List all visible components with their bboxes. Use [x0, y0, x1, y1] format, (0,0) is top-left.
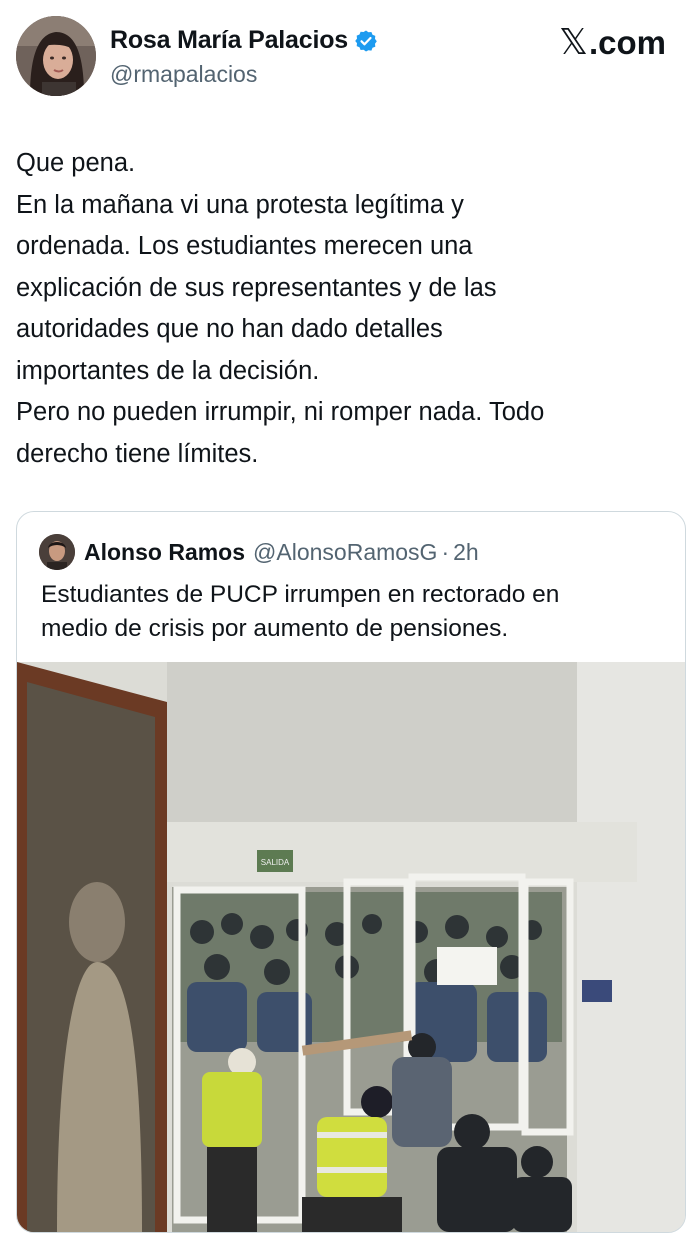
- quoted-tweet-card[interactable]: Alonso Ramos @AlonsoRamosG · 2h Estudian…: [16, 511, 686, 1233]
- author-name[interactable]: Rosa María Palacios: [110, 26, 348, 55]
- meta-separator: ·: [441, 538, 450, 565]
- quoted-tweet-media[interactable]: SALIDA: [17, 662, 685, 1232]
- tweet-text: Que pena. En la mañana vi una protesta l…: [16, 143, 656, 475]
- protest-video-frame: SALIDA: [17, 662, 685, 1232]
- quoted-author-avatar[interactable]: [39, 534, 75, 570]
- quoted-tweet-header: Alonso Ramos @AlonsoRamosG · 2h: [39, 534, 479, 570]
- tweet-line: Pero no pueden irrumpir, ni romper nada.…: [16, 398, 545, 426]
- quoted-tweet-text: Estudiantes de PUCP irrumpen en rectorad…: [41, 578, 661, 646]
- brand-suffix: .com: [588, 23, 666, 61]
- tweet-line: Que pena.: [16, 149, 136, 177]
- tweet-line: explicación de sus representantes y de l…: [16, 273, 497, 302]
- quoted-user-avatar-icon: [39, 534, 75, 570]
- exit-sign-text: SALIDA: [261, 858, 290, 867]
- x-logo-icon: 𝕏: [558, 22, 588, 63]
- quoted-tweet-line: medio de crisis por aumento de pensiones…: [41, 615, 509, 642]
- tweet-line: ordenada. Los estudiantes merecen una: [16, 232, 473, 260]
- author-handle[interactable]: @rmapalacios: [110, 61, 378, 88]
- tweet-line: importantes de la decisión.: [16, 356, 320, 385]
- author-info: Rosa María Palacios @rmapalacios: [110, 26, 378, 88]
- author-avatar[interactable]: [16, 16, 96, 96]
- tweet-header: Rosa María Palacios @rmapalacios 𝕏 .com: [16, 16, 684, 98]
- tweet-line: derecho tiene límites.: [16, 439, 259, 468]
- x-brand-logo: 𝕏 .com: [559, 22, 666, 63]
- wall-sign: [582, 980, 612, 1002]
- verified-badge-icon: [354, 29, 378, 53]
- tweet-line: En la mañana vi una protesta legítima y: [16, 190, 464, 219]
- quoted-author-name[interactable]: Alonso Ramos: [84, 539, 245, 566]
- quoted-tweet-line: Estudiantes de PUCP irrumpen en rectorad…: [41, 581, 560, 608]
- quoted-author-handle[interactable]: @AlonsoRamosG: [253, 539, 437, 566]
- user-avatar-icon: [16, 16, 96, 96]
- tweet-line: autoridades que no han dado detalles: [16, 315, 443, 343]
- quoted-timestamp[interactable]: 2h: [453, 539, 479, 566]
